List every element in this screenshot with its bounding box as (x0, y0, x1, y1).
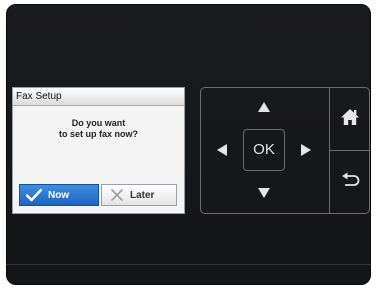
later-button-label: Later (130, 189, 155, 201)
cross-icon (111, 189, 123, 201)
dialog-message-line-1: Do you want (71, 118, 126, 128)
dialog-title: Fax Setup (13, 88, 184, 106)
ok-button[interactable]: OK (243, 129, 285, 171)
arrow-left-icon[interactable] (216, 143, 228, 157)
arrow-down-icon[interactable] (257, 187, 271, 199)
now-button-label: Now (48, 189, 70, 201)
later-button[interactable]: Later (101, 184, 177, 206)
dialog-message: Do you want to set up fax now? (13, 118, 184, 140)
home-icon[interactable] (340, 108, 360, 126)
panel-divider-line (6, 264, 371, 265)
fax-setup-dialog: Fax Setup Do you want to set up fax now?… (12, 87, 185, 214)
navigation-pad: OK (200, 87, 370, 214)
dialog-message-line-2: to set up fax now? (58, 129, 138, 139)
nav-side-divider (329, 150, 370, 151)
back-icon[interactable] (340, 172, 360, 188)
arrow-up-icon[interactable] (257, 101, 271, 113)
arrow-right-icon[interactable] (300, 143, 312, 157)
now-button[interactable]: Now (19, 184, 99, 206)
check-icon (26, 188, 42, 202)
